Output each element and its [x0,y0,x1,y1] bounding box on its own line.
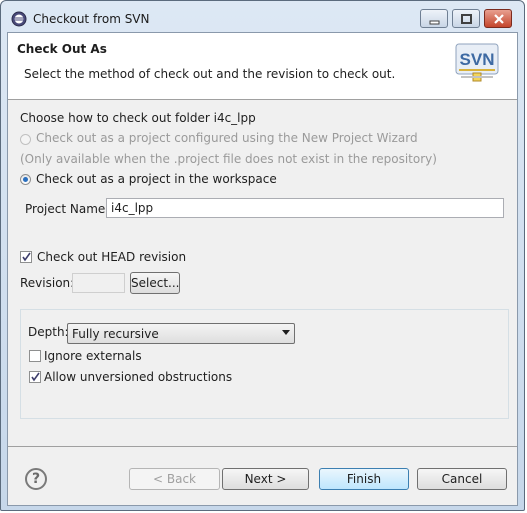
finish-button[interactable]: Finish [319,468,409,490]
ignore-externals-label: Ignore externals [44,349,142,363]
checkout-dialog-window: Checkout from SVN Check Out As Select th… [0,0,525,511]
allow-unversioned-label: Allow unversioned obstructions [44,370,233,384]
page-title: Check Out As [17,42,107,56]
maximize-button[interactable] [452,9,480,28]
revision-input[interactable] [72,273,125,293]
depth-label: Depth: [28,325,69,339]
checkmark-icon [31,372,40,382]
wizard-option-label: Check out as a project configured using … [36,131,418,145]
depth-selected-value: Fully recursive [72,327,159,341]
back-button[interactable]: < Back [129,468,220,490]
footer-separator [8,446,517,447]
next-button[interactable]: Next > [222,468,309,490]
chevron-down-icon [282,330,290,335]
wizard-banner: Check Out As Select the method of check … [8,33,517,100]
dialog-content: Check Out As Select the method of check … [7,32,518,506]
minimize-icon [429,20,440,25]
head-revision-label: Check out HEAD revision [37,250,187,264]
project-name-input[interactable]: i4c_lpp [106,198,504,218]
minimize-button[interactable] [420,9,448,28]
eclipse-app-icon [11,11,27,27]
workspace-radio[interactable] [20,174,31,185]
wizard-option-note: (Only available when the .project file d… [20,152,437,166]
window-title: Checkout from SVN [33,12,150,26]
workspace-option-label: Check out as a project in the workspace [36,172,277,186]
page-description: Select the method of check out and the r… [24,67,396,81]
cancel-button[interactable]: Cancel [417,468,507,490]
depth-select[interactable]: Fully recursive [67,323,295,344]
allow-unversioned-checkbox[interactable] [29,371,41,383]
revision-label: Revision: [20,276,75,290]
revision-select-button[interactable]: Select... [130,272,180,294]
svn-logo-text: SVN [460,50,495,69]
svn-logo-icon: SVN [455,43,499,82]
choose-checkout-label: Choose how to check out folder i4c_lpp [20,111,256,125]
close-button[interactable] [484,9,512,28]
checkmark-icon [22,252,31,262]
ignore-externals-checkbox[interactable] [29,350,41,362]
maximize-icon [461,14,472,24]
wizard-radio[interactable] [20,134,31,145]
close-icon [494,14,504,24]
project-name-label: Project Name: [25,202,110,216]
help-icon[interactable]: ? [25,468,47,490]
title-bar[interactable]: Checkout from SVN [1,1,524,33]
head-revision-checkbox[interactable] [20,251,32,263]
